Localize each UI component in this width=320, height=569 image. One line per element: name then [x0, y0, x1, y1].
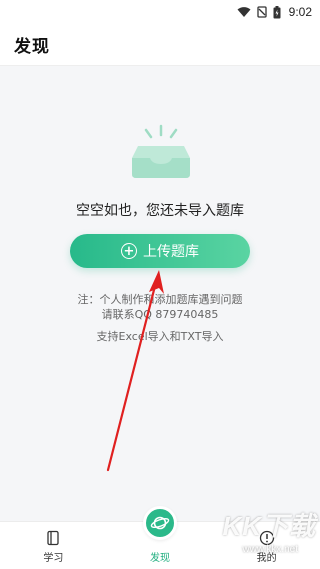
book-icon [47, 530, 59, 546]
nav-label-study: 学习 [43, 553, 64, 564]
plus-circle-icon: + [121, 243, 137, 259]
battery-icon [273, 5, 281, 18]
empty-message: 空空如也，您还未导入题库 [76, 203, 244, 219]
upload-button-label: 上传题库 [143, 244, 199, 260]
app-header: 发现 [0, 24, 320, 66]
note-line-3: 支持Excel导入和TXT导入 [96, 330, 224, 343]
nav-item-study[interactable]: 学习 [0, 522, 107, 569]
status-bar: 9:02 [0, 0, 320, 24]
annotation-arrow [106, 270, 164, 472]
page-title: 发现 [14, 37, 50, 57]
empty-inbox-icon [132, 124, 190, 178]
status-time: 9:02 [288, 5, 312, 19]
app-screen: 9:02 发现 空空如也，您还未导入题库 + 上传题库 注：个人制作和添加题库遇… [0, 0, 320, 569]
watermark-url: www.kkx.net [242, 544, 298, 555]
note-line-2: 请联系QQ 879740485 [101, 308, 219, 321]
planet-icon [143, 506, 177, 540]
note-line-1: 注：个人制作和添加题库遇到问题 [77, 293, 243, 306]
watermark-logo: KK下载 [222, 511, 316, 541]
nav-label-discover: 发现 [150, 553, 170, 564]
wifi-icon [237, 7, 251, 17]
upload-question-bank-button[interactable]: + 上传题库 [70, 234, 250, 268]
no-sim-icon [256, 6, 267, 18]
nav-item-discover[interactable]: 发现 [107, 506, 214, 569]
